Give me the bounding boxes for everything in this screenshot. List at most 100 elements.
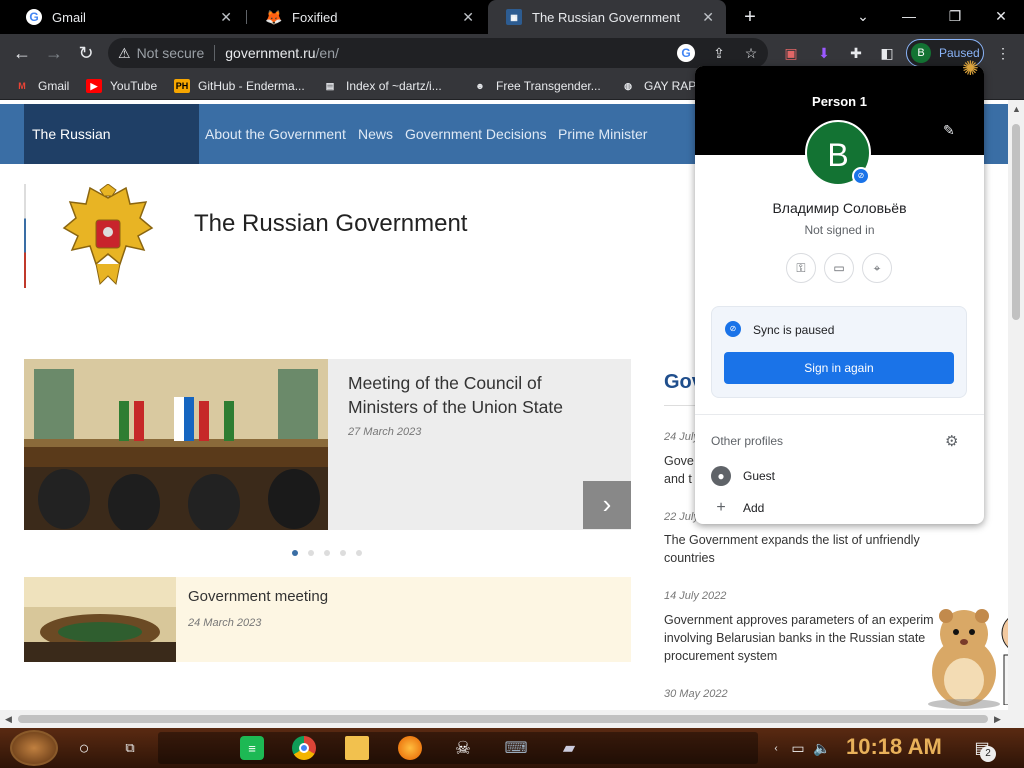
- divider: [695, 414, 984, 415]
- slide-title[interactable]: Meeting of the Council of Ministers of t…: [348, 371, 608, 419]
- bookmark-item[interactable]: ◍ GAY RAP: [620, 77, 696, 95]
- nav-prime-minister[interactable]: Prime Minister: [558, 104, 647, 164]
- reload-icon[interactable]: ↻: [74, 41, 98, 65]
- news-item-date: 24 July: [664, 431, 699, 443]
- keyboard-app-icon[interactable]: ⌨: [504, 736, 528, 760]
- close-tab-icon[interactable]: ✕: [702, 9, 714, 26]
- nav-home[interactable]: The Russian Government: [24, 104, 199, 202]
- news-photo[interactable]: [24, 577, 176, 662]
- back-icon[interactable]: ←: [10, 41, 34, 65]
- slider-dot[interactable]: [292, 550, 298, 556]
- avatar: B: [911, 43, 931, 63]
- vertical-scrollbar[interactable]: ▲: [1008, 100, 1024, 710]
- slider-next-button[interactable]: ›: [583, 481, 631, 529]
- fox-icon: 🦊: [265, 8, 283, 25]
- sync-paused-icon: ⊘: [725, 321, 741, 337]
- news-card[interactable]: Government meeting 24 March 2023: [24, 577, 631, 662]
- horizontal-scrollbar[interactable]: ◀ ▶: [0, 710, 1024, 728]
- profile-label: Add: [743, 501, 765, 515]
- forward-icon[interactable]: →: [42, 41, 66, 65]
- government-icon: ▦: [506, 9, 522, 25]
- google-lens-icon[interactable]: G: [677, 44, 695, 62]
- site-title: The Russian Government: [194, 210, 468, 237]
- tab-search-icon[interactable]: ⌄: [840, 0, 886, 34]
- nav-news[interactable]: News: [358, 104, 393, 164]
- extension-download-icon[interactable]: ⬇: [813, 42, 835, 64]
- slider-dot[interactable]: [308, 550, 314, 556]
- tab-russian-government[interactable]: ▦ The Russian Government ✕: [488, 0, 726, 34]
- bookmark-item[interactable]: M Gmail: [14, 77, 69, 95]
- firefox-icon[interactable]: [398, 736, 422, 760]
- nav-decisions[interactable]: Government Decisions: [405, 104, 547, 164]
- notepad-app-icon[interactable]: ▰: [557, 736, 581, 760]
- profile-item-guest[interactable]: ● Guest: [711, 465, 775, 487]
- bookmark-item[interactable]: ▶ YouTube: [86, 77, 157, 95]
- slide-photo[interactable]: [24, 359, 328, 530]
- close-tab-icon[interactable]: ✕: [462, 9, 474, 26]
- scroll-thumb[interactable]: [1012, 124, 1020, 320]
- add-profile-button[interactable]: + Add: [711, 497, 764, 519]
- sync-status: Sync is paused: [753, 323, 835, 337]
- key-icon[interactable]: ⚿: [786, 253, 816, 283]
- gear-icon[interactable]: ⚙: [945, 432, 958, 450]
- news-item-text[interactable]: The Government expands the list of unfri…: [664, 531, 964, 567]
- address-divider: [214, 45, 216, 61]
- task-view-icon[interactable]: ⧉: [118, 736, 142, 760]
- tab-foxified[interactable]: 🦊 Foxified ✕: [248, 0, 486, 34]
- address-bar[interactable]: ⚠ Not secure government.ru /en/: [108, 38, 768, 68]
- minimize-button[interactable]: —: [886, 0, 932, 34]
- news-title[interactable]: Government meeting: [188, 588, 328, 605]
- nav-about[interactable]: About the Government: [205, 104, 346, 164]
- extension-cast-icon[interactable]: ▣: [780, 42, 802, 64]
- scroll-thumb[interactable]: [18, 715, 988, 723]
- bookmark-label: GAY RAP: [644, 79, 697, 93]
- extensions-puzzle-icon[interactable]: ✚: [845, 42, 867, 64]
- spotify-icon[interactable]: ≡: [240, 736, 264, 760]
- file-explorer-icon[interactable]: [345, 736, 369, 760]
- bookmark-item[interactable]: ▤ Index of ~dartz/i...: [322, 77, 442, 95]
- hamster-mascot-icon[interactable]: [920, 600, 1008, 710]
- location-icon[interactable]: ⌖: [862, 253, 892, 283]
- cortana-circle-icon[interactable]: ○: [72, 736, 96, 760]
- close-window-button[interactable]: ✕: [978, 0, 1024, 34]
- scroll-left-icon[interactable]: ◀: [5, 714, 12, 725]
- slider-dot[interactable]: [340, 550, 346, 556]
- taskbar: ○ ⧉ ≡ ☠ ⌨ ▰ ‹ ▭ 🔈 10:18 AM ▤ 2: [0, 728, 1024, 768]
- scroll-right-icon[interactable]: ▶: [994, 714, 1001, 725]
- warning-icon[interactable]: ⚠: [118, 45, 131, 62]
- volume-muted-icon[interactable]: 🔈: [810, 736, 834, 760]
- profile-menu: Person 1 ✎ B ⊘ Владимир Соловьёв Not sig…: [695, 66, 984, 524]
- bookmark-item[interactable]: PH GitHub - Enderma...: [174, 77, 305, 95]
- bookmark-item[interactable]: ☻ Free Transgender...: [472, 77, 600, 95]
- slider-dot[interactable]: [356, 550, 362, 556]
- show-hidden-icons-icon[interactable]: ‹: [764, 736, 788, 760]
- tab-gmail[interactable]: G Gmail ✕: [8, 0, 244, 34]
- edit-pencil-icon[interactable]: ✎: [943, 122, 955, 139]
- close-tab-icon[interactable]: ✕: [220, 9, 232, 26]
- tab-separator: [246, 10, 247, 24]
- menu-dots-icon[interactable]: ⋮: [992, 42, 1014, 64]
- sign-in-again-button[interactable]: Sign in again: [724, 352, 954, 384]
- bookmark-star-icon[interactable]: ☆: [740, 42, 762, 64]
- clock[interactable]: 10:18 AM: [846, 734, 942, 760]
- network-icon[interactable]: ▭: [786, 736, 810, 760]
- news-item-text[interactable]: Government approves parameters of an exp…: [664, 611, 954, 665]
- slide-date: 27 March 2023: [348, 426, 422, 438]
- directory-icon: ▤: [325, 80, 335, 91]
- news-slider[interactable]: Meeting of the Council of Ministers of t…: [24, 359, 631, 530]
- chrome-icon[interactable]: [292, 736, 316, 760]
- card-icon[interactable]: ▭: [824, 253, 854, 283]
- coat-of-arms-icon[interactable]: [60, 184, 156, 288]
- bookmark-label: YouTube: [110, 79, 158, 93]
- new-tab-button[interactable]: +: [738, 5, 762, 29]
- skull-app-icon[interactable]: ☠: [451, 736, 475, 760]
- slider-dot[interactable]: [324, 550, 330, 556]
- restore-button[interactable]: ❐: [932, 0, 978, 34]
- tab-strip: G Gmail ✕ 🦊 Foxified ✕ ▦ The Russian Gov…: [0, 0, 1024, 34]
- sign-in-status: Not signed in: [804, 223, 875, 237]
- news-item-date: 30 May 2022: [664, 688, 728, 700]
- start-button[interactable]: [10, 730, 58, 766]
- share-icon[interactable]: ⇪: [708, 42, 730, 64]
- side-panel-icon[interactable]: ◧: [876, 42, 898, 64]
- scroll-up-icon[interactable]: ▲: [1012, 104, 1021, 114]
